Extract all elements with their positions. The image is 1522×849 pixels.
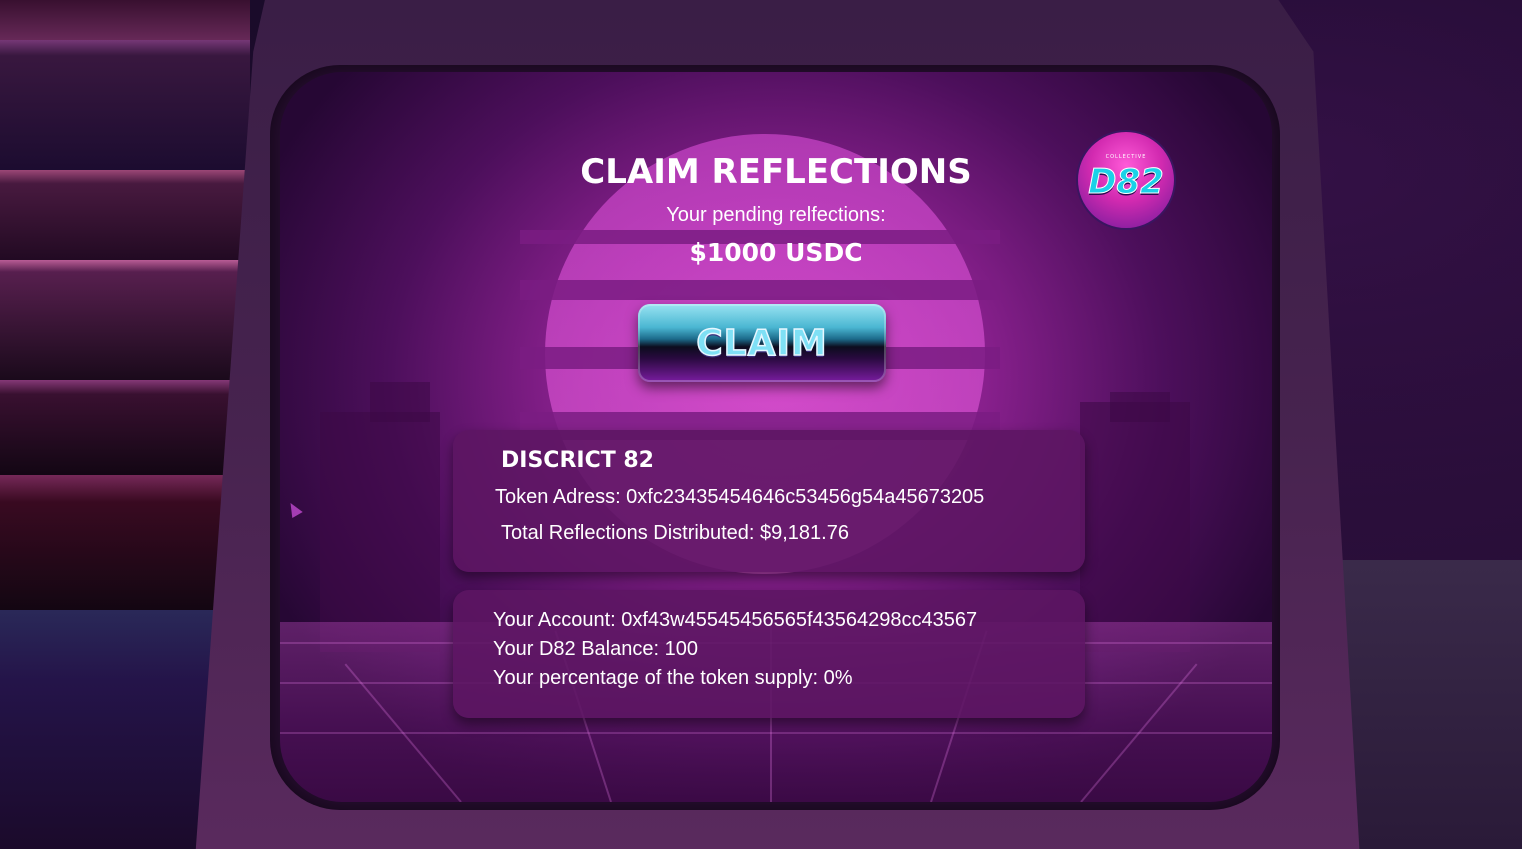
total-reflections-distributed: Total Reflections Distributed: $9,181.76 bbox=[501, 522, 849, 544]
background-scene: CLAIM REFLECTIONS Your pending relfectio… bbox=[0, 0, 1522, 849]
sun-stripe bbox=[520, 280, 1000, 300]
pending-reflections-value: $1000 USDC bbox=[689, 238, 863, 267]
city-building bbox=[370, 382, 430, 422]
city-building bbox=[1110, 392, 1170, 422]
token-info-card: DISCRICT 82 Token Adress: 0xfc2343545464… bbox=[453, 430, 1085, 572]
background-stripe bbox=[0, 40, 250, 170]
claim-button-label: CLAIM bbox=[696, 322, 828, 365]
city-building bbox=[1080, 402, 1190, 652]
token-supply-percentage: Your percentage of the token supply: 0% bbox=[493, 667, 853, 689]
token-address: Token Adress: 0xfc23435454646c53456g54a4… bbox=[495, 486, 985, 508]
background-stripe bbox=[0, 0, 250, 40]
claim-screen: CLAIM REFLECTIONS Your pending relfectio… bbox=[280, 72, 1272, 802]
token-name: DISCRICT 82 bbox=[501, 448, 654, 473]
city-building bbox=[320, 412, 440, 652]
background-stripe bbox=[0, 170, 250, 260]
account-address: Your Account: 0xf43w45545456565f43564298… bbox=[493, 609, 978, 631]
background-stripe bbox=[0, 475, 250, 610]
claim-button[interactable]: CLAIM bbox=[638, 304, 886, 382]
background-stripe bbox=[0, 260, 250, 380]
d82-balance: Your D82 Balance: 100 bbox=[493, 638, 698, 660]
account-info-card: Your Account: 0xf43w45545456565f43564298… bbox=[453, 590, 1085, 718]
logo-subtitle: COLLECTIVE bbox=[1105, 154, 1147, 160]
background-stripe bbox=[0, 380, 250, 475]
logo-text: D82 bbox=[1088, 162, 1165, 203]
d82-logo: COLLECTIVE D82 bbox=[1078, 132, 1174, 228]
grid-line bbox=[280, 732, 1272, 734]
